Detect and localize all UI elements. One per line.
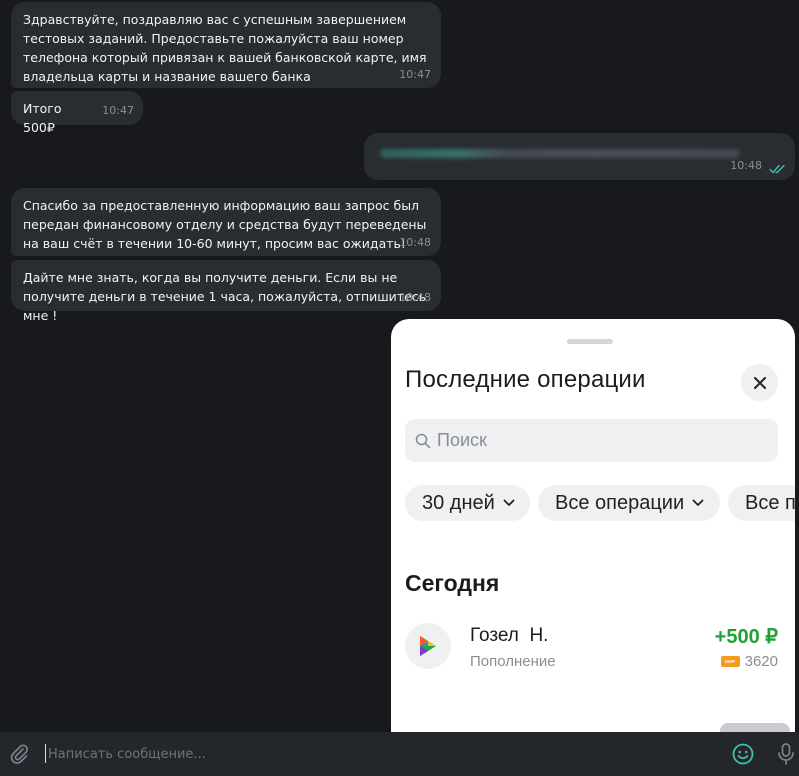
filter-label: Все п (745, 491, 795, 514)
sheet-handle (567, 339, 613, 344)
message-time: 10:47 (102, 104, 134, 117)
section-today: Сегодня (405, 570, 500, 596)
filter-label: 30 дней (422, 491, 495, 514)
message-time: 10:48 (730, 159, 762, 172)
operation-name: Гозел Н. (470, 625, 549, 646)
chevron-down-icon (503, 499, 515, 506)
filter-more: Все п (728, 485, 795, 521)
message-input[interactable] (48, 742, 648, 766)
operation-amount: +500 ₽ (714, 626, 778, 648)
card-last4: 3620 (744, 653, 778, 670)
filter-operations: Все операции (538, 485, 720, 521)
message-outgoing[interactable]: 10:48 (364, 133, 795, 180)
message-incoming[interactable]: Спасибо за предоставленную информацию ва… (11, 188, 441, 256)
operations-title: Последние операции (405, 366, 646, 393)
microphone-icon[interactable] (776, 742, 796, 766)
mir-card-icon: МИР (720, 656, 740, 667)
message-time: 10:48 (399, 291, 431, 304)
message-incoming[interactable]: Дайте мне знать, когда вы получите деньг… (11, 260, 441, 323)
message-composer (0, 732, 799, 776)
message-time: 10:47 (399, 68, 431, 81)
blurred-message-text (380, 149, 740, 158)
paperclip-icon[interactable] (9, 743, 29, 765)
search-icon (415, 433, 431, 448)
text-cursor (45, 744, 46, 763)
chevron-down-icon (692, 499, 704, 506)
search-field: Поиск (405, 419, 778, 462)
message-incoming[interactable]: Итого 500₽ 10:47 (11, 91, 143, 135)
cropped-element (720, 723, 790, 732)
smile-icon[interactable] (731, 742, 755, 766)
filter-period: 30 дней (405, 485, 530, 521)
message-text: Здравствуйте, поздравляю вас с успешным … (23, 12, 427, 84)
operation-card: МИР 3620 (720, 653, 778, 670)
message-time: 10:48 (399, 236, 431, 249)
close-icon (753, 376, 766, 389)
bank-logo-icon (405, 623, 451, 669)
message-text: Дайте мне знать, когда вы получите деньг… (23, 270, 427, 323)
message-incoming[interactable]: Здравствуйте, поздравляю вас с успешным … (11, 2, 441, 88)
close-button (741, 364, 778, 401)
chat-history: Здравствуйте, поздравляю вас с успешным … (0, 0, 799, 732)
bank-screenshot-image[interactable]: Последние операции Поиск 30 дней Все опе… (391, 319, 795, 732)
filter-label: Все операции (555, 491, 685, 514)
search-placeholder: Поиск (437, 430, 487, 450)
double-check-icon (769, 164, 785, 174)
operation-type: Пополнение (470, 653, 556, 670)
message-text: Спасибо за предоставленную информацию ва… (23, 198, 427, 251)
